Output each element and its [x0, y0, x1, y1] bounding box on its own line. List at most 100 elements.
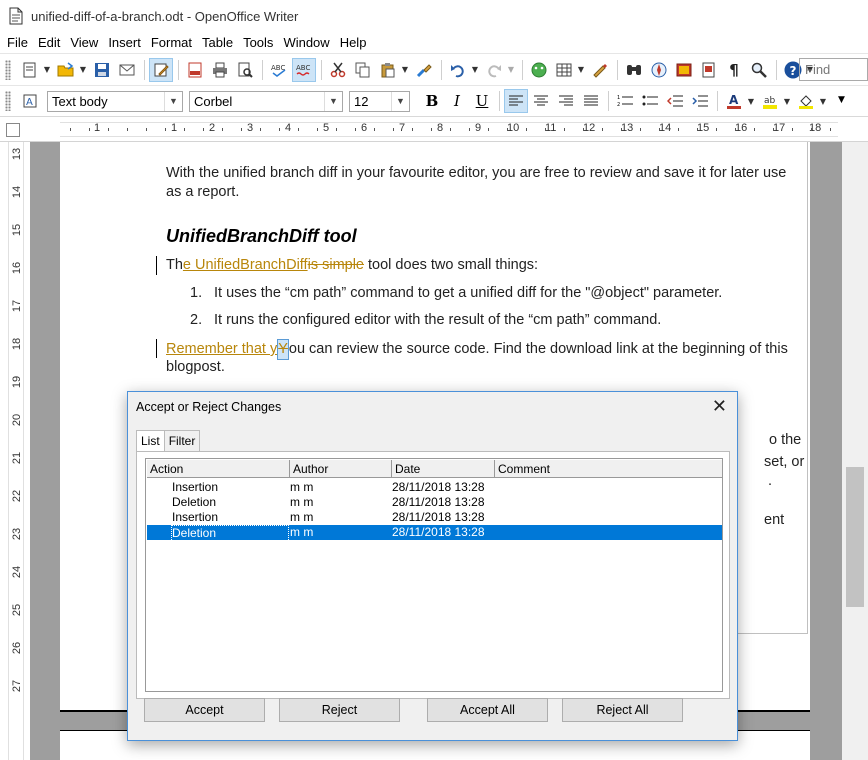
- highlighting-icon[interactable]: ab: [758, 89, 782, 113]
- menu-format[interactable]: Format: [147, 35, 196, 50]
- decrease-indent-icon[interactable]: [663, 89, 687, 113]
- align-right-icon[interactable]: [554, 89, 578, 113]
- formatting-marks-icon[interactable]: ¶: [722, 58, 746, 82]
- data-sources-icon[interactable]: [697, 58, 721, 82]
- auto-spellcheck-icon[interactable]: ABC: [292, 57, 316, 82]
- menu-insert[interactable]: Insert: [104, 35, 145, 50]
- cut-icon[interactable]: [326, 58, 350, 82]
- paragraph-style-select[interactable]: Text body ▼: [47, 90, 183, 112]
- close-icon[interactable]: ✕: [712, 396, 727, 417]
- tracked-insertion[interactable]: e UnifiedBranchDiff: [183, 257, 308, 273]
- reject-button[interactable]: Reject: [279, 698, 400, 722]
- save-icon[interactable]: [90, 58, 114, 82]
- vertical-ruler[interactable]: 13 14 15 16 17 18 19 20 21 22 23 24 25 26 27: [0, 142, 30, 760]
- paragraph-1-line-2[interactable]: as a report.: [166, 183, 239, 202]
- changes-list[interactable]: Action Author Date Comment Insertion m m…: [145, 458, 723, 692]
- chevron-down-icon[interactable]: ▼: [324, 91, 342, 111]
- align-left-icon[interactable]: [504, 89, 528, 113]
- chevron-down-icon[interactable]: ▼: [401, 65, 409, 74]
- chevron-down-icon[interactable]: ▼: [507, 65, 515, 74]
- spellcheck-icon[interactable]: ABC: [267, 58, 291, 82]
- menu-tools[interactable]: Tools: [239, 35, 277, 50]
- tracked-deletion[interactable]: is simple: [308, 257, 364, 273]
- menu-view[interactable]: View: [66, 35, 102, 50]
- toolbar-overflow-icon[interactable]: ▼: [838, 95, 845, 105]
- email-icon[interactable]: [115, 58, 139, 82]
- new-document-icon[interactable]: [18, 58, 42, 82]
- section-heading[interactable]: UnifiedBranchDiff tool: [166, 226, 357, 247]
- paragraph-3[interactable]: Remember that yYou can review the source…: [166, 339, 788, 360]
- toolbar-grip[interactable]: [5, 59, 11, 80]
- undo-icon[interactable]: [446, 58, 470, 82]
- chevron-down-icon[interactable]: ▼: [819, 97, 827, 106]
- zoom-icon[interactable]: [747, 58, 771, 82]
- tracked-insertion[interactable]: Remember that y: [166, 341, 277, 357]
- table-row-selected[interactable]: Deletion m m 28/11/2018 13:28: [147, 525, 722, 542]
- gallery-icon[interactable]: [672, 58, 696, 82]
- draw-functions-icon[interactable]: [588, 58, 612, 82]
- chevron-down-icon[interactable]: ▼: [43, 65, 51, 74]
- font-size-select[interactable]: 12 ▼: [349, 90, 410, 112]
- tab-filter[interactable]: Filter: [163, 430, 201, 452]
- list-item-2[interactable]: It runs the configured editor with the r…: [214, 311, 661, 330]
- menu-file[interactable]: File: [3, 35, 32, 50]
- font-name-select[interactable]: Corbel ▼: [189, 90, 343, 112]
- numbering-icon[interactable]: 12: [613, 89, 637, 113]
- column-header-author[interactable]: Author: [290, 460, 392, 478]
- column-header-action[interactable]: Action: [147, 460, 290, 478]
- table-row[interactable]: Deletion m m 28/11/2018 13:28: [147, 495, 722, 510]
- navigator-icon[interactable]: [527, 58, 551, 82]
- tab-type-selector[interactable]: [6, 123, 20, 137]
- column-header-date[interactable]: Date: [392, 460, 495, 478]
- italic-icon[interactable]: I: [445, 89, 469, 113]
- print-preview-icon[interactable]: [233, 58, 257, 82]
- table-row[interactable]: Insertion m m 28/11/2018 13:28: [147, 510, 722, 525]
- redo-icon[interactable]: [482, 58, 506, 82]
- chevron-down-icon[interactable]: ▼: [577, 65, 585, 74]
- font-color-icon[interactable]: A: [722, 89, 746, 113]
- styles-formatting-icon[interactable]: A: [18, 89, 42, 113]
- chevron-down-icon[interactable]: ▼: [164, 91, 182, 111]
- vertical-scrollbar[interactable]: [842, 142, 868, 760]
- selected-tracked-deletion[interactable]: Y: [277, 339, 289, 360]
- print-icon[interactable]: [208, 58, 232, 82]
- list-item-1[interactable]: It uses the “cm path” command to get a u…: [214, 284, 722, 303]
- menu-help[interactable]: Help: [336, 35, 371, 50]
- accept-all-button[interactable]: Accept All: [427, 698, 548, 722]
- paragraph-2[interactable]: The UnifiedBranchDiffis simple tool does…: [166, 256, 538, 275]
- copy-icon[interactable]: [351, 58, 375, 82]
- clone-formatting-icon[interactable]: [412, 58, 436, 82]
- align-center-icon[interactable]: [529, 89, 553, 113]
- underline-icon[interactable]: U: [470, 89, 494, 113]
- toolbar-grip[interactable]: [5, 91, 11, 111]
- tab-list[interactable]: List: [136, 430, 165, 452]
- paragraph-3-line-2[interactable]: blogpost.: [166, 358, 225, 377]
- menu-window[interactable]: Window: [279, 35, 333, 50]
- chevron-down-icon[interactable]: ▼: [391, 91, 409, 111]
- chevron-down-icon[interactable]: ▼: [79, 65, 87, 74]
- accept-button[interactable]: Accept: [144, 698, 265, 722]
- table-row[interactable]: Insertion m m 28/11/2018 13:28: [147, 480, 722, 495]
- justify-icon[interactable]: [579, 89, 603, 113]
- table-icon[interactable]: [552, 58, 576, 82]
- bold-icon[interactable]: B: [420, 89, 444, 113]
- background-color-icon[interactable]: [794, 89, 818, 113]
- compass-icon[interactable]: [647, 58, 671, 82]
- increase-indent-icon[interactable]: [688, 89, 712, 113]
- open-folder-icon[interactable]: [54, 58, 78, 82]
- menu-table[interactable]: Table: [198, 35, 237, 50]
- column-header-comment[interactable]: Comment: [495, 460, 722, 478]
- bullets-icon[interactable]: [638, 89, 662, 113]
- paste-icon[interactable]: [376, 58, 400, 82]
- find-input[interactable]: Find: [799, 58, 868, 81]
- reject-all-button[interactable]: Reject All: [562, 698, 683, 722]
- scrollbar-thumb[interactable]: [846, 467, 864, 607]
- export-pdf-icon[interactable]: [183, 58, 207, 82]
- paragraph-1[interactable]: With the unified branch diff in your fav…: [166, 164, 786, 183]
- chevron-down-icon[interactable]: ▼: [471, 65, 479, 74]
- chevron-down-icon[interactable]: ▼: [783, 97, 791, 106]
- find-replace-icon[interactable]: [622, 58, 646, 82]
- chevron-down-icon[interactable]: ▼: [747, 97, 755, 106]
- horizontal-ruler[interactable]: 1 1 2 3 4 5 6 7 8 9 10 11 12 13 14 15 16 17 18: [0, 118, 868, 142]
- menu-edit[interactable]: Edit: [34, 35, 64, 50]
